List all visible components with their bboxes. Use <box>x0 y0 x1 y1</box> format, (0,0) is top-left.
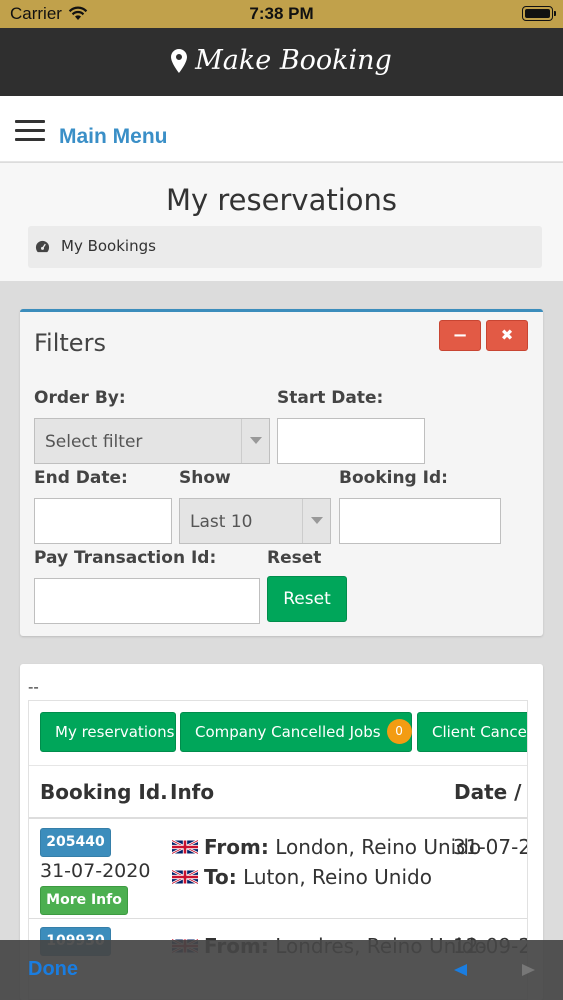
tab-my-reservations[interactable]: My reservations <box>40 712 176 752</box>
main-menu-link[interactable]: Main Menu <box>59 125 168 149</box>
table-header: Booking Id. Info Date / Time <box>29 765 527 819</box>
previous-arrow-icon[interactable] <box>454 964 467 976</box>
uk-flag-icon <box>172 869 198 885</box>
booking-id-badge[interactable]: 205440 <box>40 828 111 857</box>
reset-label: Reset <box>267 548 322 568</box>
end-date-label: End Date: <box>34 468 128 488</box>
order-by-select[interactable]: Select filter <box>34 418 270 464</box>
title-bar: Make Booking <box>0 28 563 96</box>
battery-icon <box>522 6 556 21</box>
date-time-cell: 31-07-2020 <box>453 835 527 859</box>
start-date-label: Start Date: <box>277 388 384 408</box>
tab-label: Company Cancelled Jobs <box>195 723 381 741</box>
end-date-field[interactable] <box>34 498 172 544</box>
close-button[interactable]: ✖ <box>486 320 528 351</box>
from-label: From: <box>204 835 269 859</box>
order-by-label: Order By: <box>34 388 126 408</box>
breadcrumb-item-my-bookings[interactable]: My Bookings <box>61 237 156 255</box>
pay-transaction-field[interactable] <box>34 578 260 624</box>
column-header-info[interactable]: Info <box>170 780 214 804</box>
filters-panel: Filters − ✖ Order By: Select filter Star… <box>20 309 543 636</box>
filters-title: Filters <box>34 329 106 357</box>
booking-id-label: Booking Id: <box>339 468 448 488</box>
breadcrumb: My Bookings <box>28 226 542 268</box>
next-arrow-icon[interactable] <box>522 964 535 976</box>
show-label: Show <box>179 468 231 488</box>
hamburger-icon[interactable] <box>15 120 45 141</box>
clock-time: 7:38 PM <box>249 4 314 23</box>
to-label: To: <box>204 865 237 889</box>
from-location: London, Reino Unido <box>275 835 482 859</box>
tab-label: Client Cancelled Jobs <box>432 723 527 741</box>
done-button[interactable]: Done <box>28 958 78 981</box>
start-date-field[interactable] <box>277 418 425 464</box>
bottom-toolbar: Done <box>0 940 563 1000</box>
to-line: To: Luton, Reino Unido <box>172 865 432 889</box>
page-header: My reservations My Bookings <box>0 163 563 281</box>
column-header-date-time[interactable]: Date / Time <box>454 780 527 804</box>
dashboard-icon <box>35 240 50 253</box>
to-location: Luton, Reino Unido <box>243 865 432 889</box>
more-info-button[interactable]: More Info <box>40 886 128 915</box>
placeholder-text: -- <box>28 678 39 696</box>
count-badge: 0 <box>386 719 412 744</box>
tab-client-cancelled-jobs[interactable]: Client Cancelled Jobs <box>417 712 527 752</box>
booking-date: 31-07-2020 <box>40 860 151 882</box>
tab-company-cancelled-jobs[interactable]: Company Cancelled Jobs 0 <box>180 712 412 752</box>
reset-button[interactable]: Reset <box>267 576 347 622</box>
from-line: From: London, Reino Unido <box>172 835 481 859</box>
collapse-button[interactable]: − <box>439 320 481 351</box>
map-marker-icon <box>171 48 188 73</box>
chevron-down-icon <box>241 419 269 463</box>
app-title-text: Make Booking <box>195 45 392 76</box>
status-bar: Carrier 7:38 PM <box>0 0 563 28</box>
tab-label: My reservations <box>55 723 175 741</box>
column-header-booking-id[interactable]: Booking Id. <box>40 780 168 804</box>
page-title: My reservations <box>166 183 397 217</box>
app-title: Make Booking <box>171 45 392 76</box>
uk-flag-icon <box>172 839 198 855</box>
show-select[interactable]: Last 10 <box>179 498 331 544</box>
menu-bar: Main Menu <box>0 96 563 162</box>
show-value: Last 10 <box>190 512 253 532</box>
tab-bar: My reservations Company Cancelled Jobs 0 … <box>40 712 527 753</box>
order-by-value: Select filter <box>45 432 143 452</box>
booking-id-field[interactable] <box>339 498 501 544</box>
table-row: 205440 31-07-2020 More Info From: London… <box>29 821 527 919</box>
pay-transaction-label: Pay Transaction Id: <box>34 548 217 568</box>
chevron-down-icon <box>302 499 330 543</box>
